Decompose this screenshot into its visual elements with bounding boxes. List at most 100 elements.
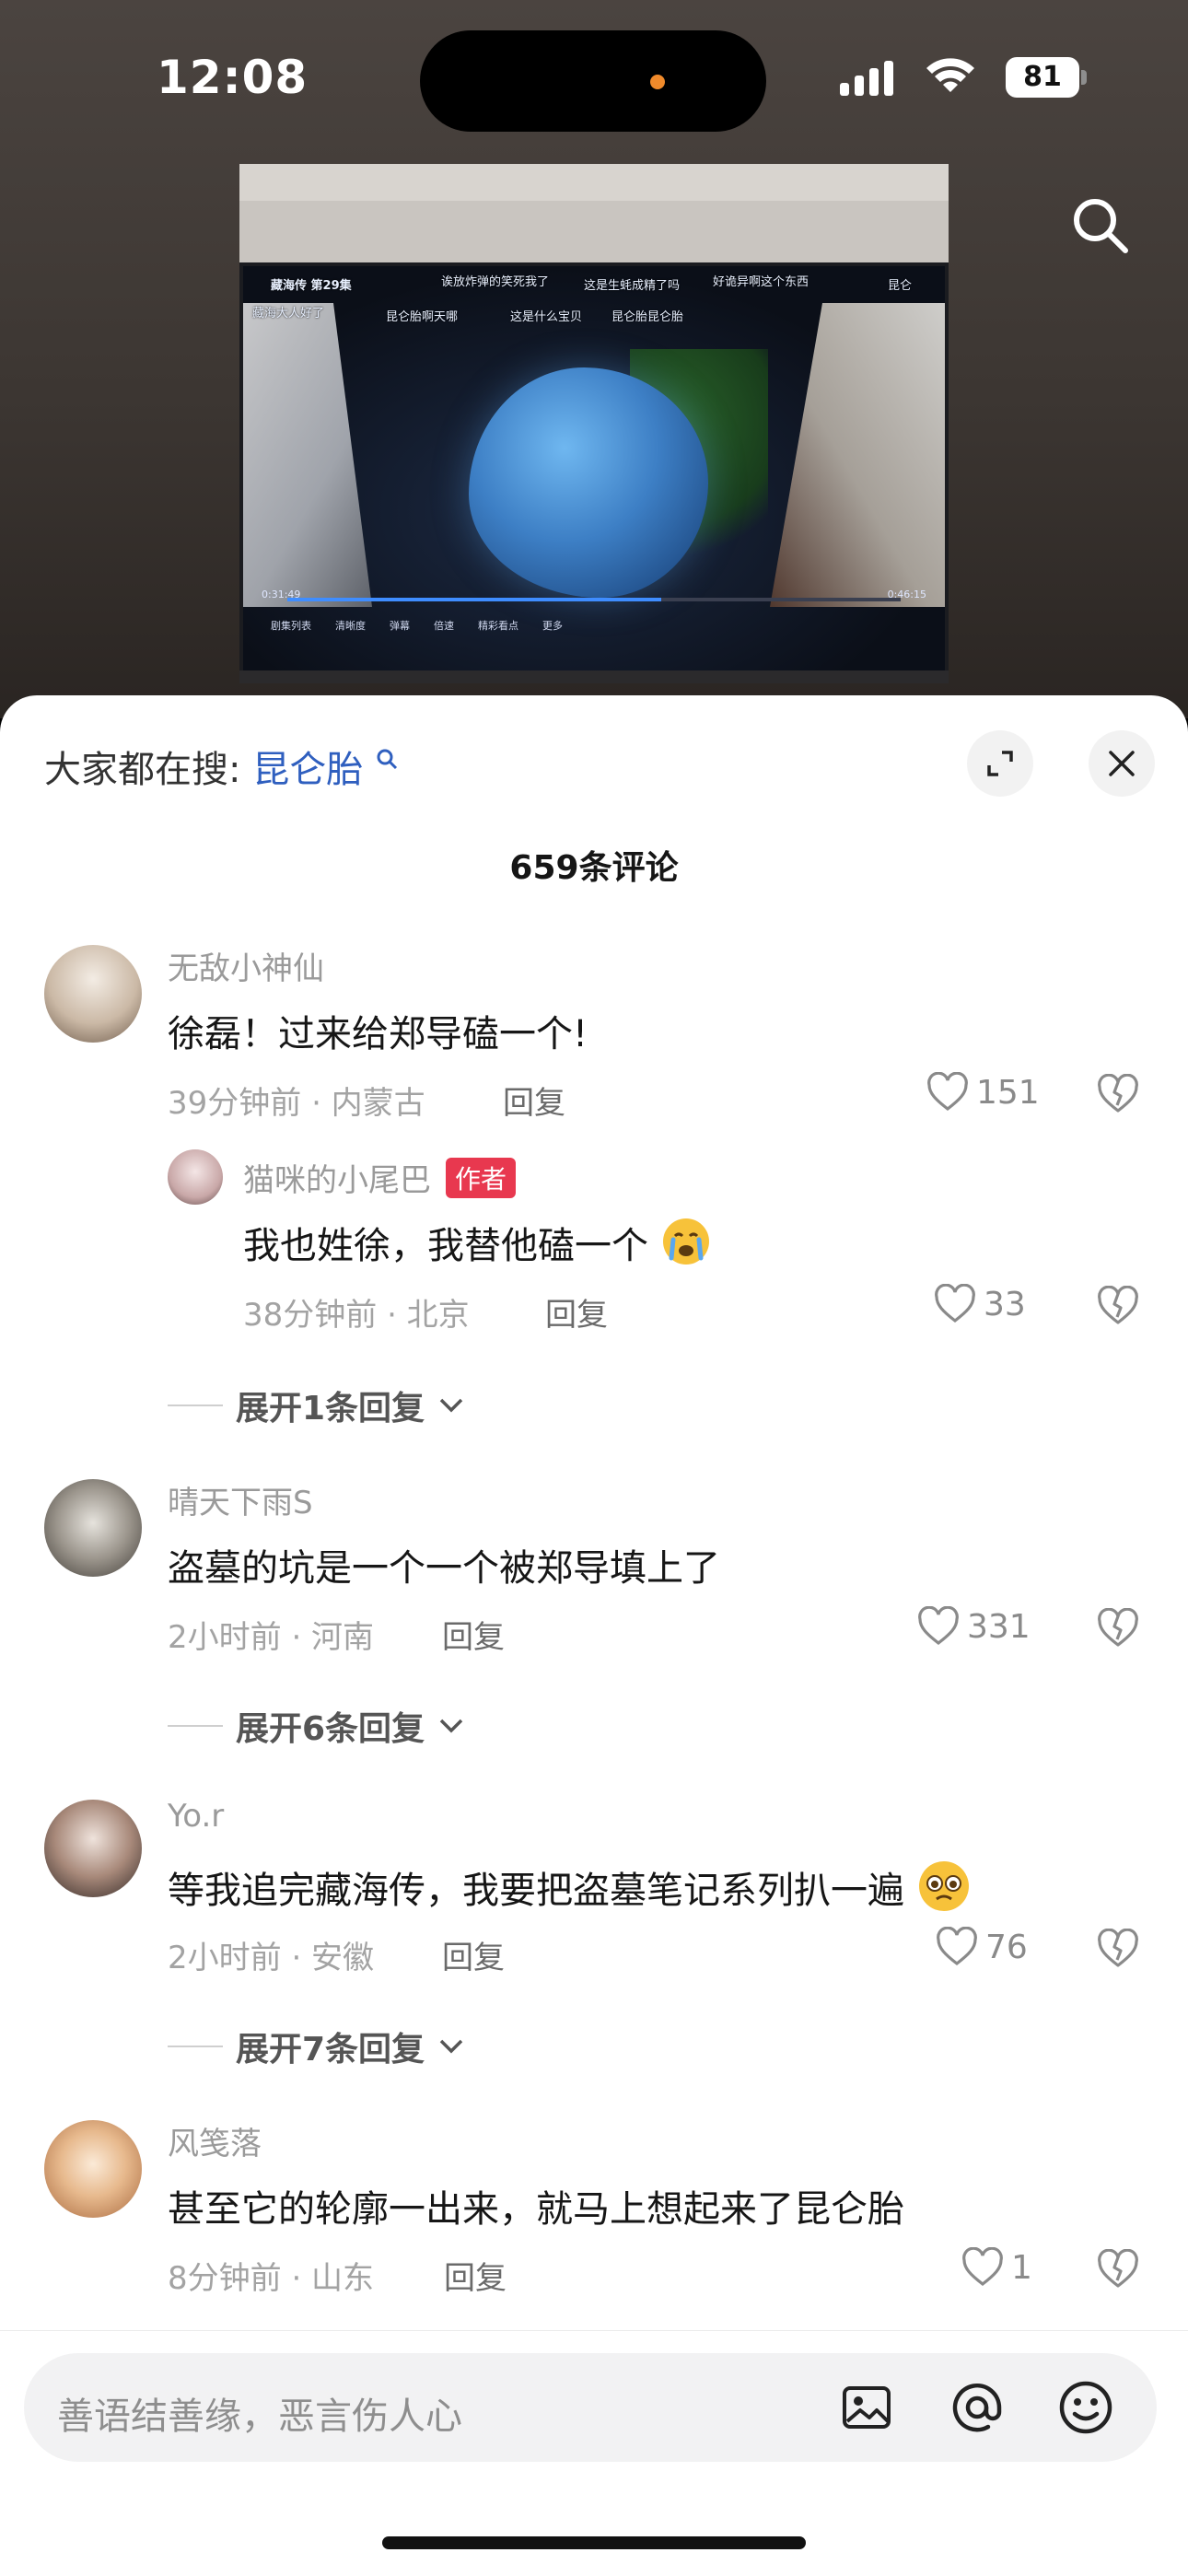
expand-replies-button[interactable]: 展开6条回复 <box>168 1702 465 1750</box>
avatar[interactable] <box>44 1479 142 1577</box>
reply-button[interactable]: 回复 <box>442 1612 505 1657</box>
crying-emoji-icon <box>662 1218 709 1265</box>
comment-author[interactable]: 无敌小神仙 <box>168 943 324 988</box>
heart-icon <box>962 2247 1003 2287</box>
close-icon <box>1109 751 1135 776</box>
status-time: 12:08 <box>157 51 309 104</box>
mention-button[interactable] <box>945 2375 1009 2440</box>
like-button[interactable]: 33 <box>934 1284 1026 1324</box>
expand-replies-button[interactable]: 展开7条回复 <box>168 2022 465 2070</box>
tv-menu-item: 更多 <box>542 620 563 632</box>
search-button[interactable] <box>1064 189 1137 262</box>
author-tag: 作者 <box>446 1158 517 1198</box>
tv-progress-fill <box>287 598 662 601</box>
image-icon <box>843 2386 891 2429</box>
tv-menu-item: 精彩看点 <box>478 620 518 632</box>
recording-dot-icon <box>650 75 665 89</box>
tv-menu-item: 倍速 <box>434 620 454 632</box>
danmaku-item: 藏海大人好了 <box>252 307 325 321</box>
dislike-button[interactable] <box>1096 1285 1140 1330</box>
avatar[interactable] <box>44 2120 142 2218</box>
comment-text: 等我追完藏海传，我要把盗墓笔记系列扒一遍 <box>168 1859 972 1914</box>
expand-replies-label: 展开1条回复 <box>236 1390 425 1428</box>
danmaku-item: 昆仑胎昆仑胎 <box>611 310 684 324</box>
reply-button[interactable]: 回复 <box>444 2253 507 2298</box>
cellular-signal-icon <box>840 59 893 96</box>
hot-search-label: 大家都在搜: <box>44 749 241 791</box>
search-icon <box>377 749 397 770</box>
hot-search[interactable]: 大家都在搜: 昆仑胎 <box>44 740 399 793</box>
tv-menu-item: 剧集列表 <box>271 620 311 632</box>
comment-author[interactable]: Yo.r <box>168 1798 224 1835</box>
chevron-down-icon <box>439 2039 463 2054</box>
emoji-icon <box>1059 2381 1112 2434</box>
close-button[interactable] <box>1089 730 1155 797</box>
avatar[interactable] <box>168 1149 223 1205</box>
emoji-button[interactable] <box>1054 2375 1118 2440</box>
avatar[interactable] <box>44 1800 142 1897</box>
danmaku-item: 诶放炸弹的笑死我了 <box>441 275 550 289</box>
tv-menu: 剧集列表 清晰度 弹幕 倍速 精彩看点 更多 <box>271 618 563 633</box>
hot-search-keyword[interactable]: 昆仑胎 <box>252 749 363 791</box>
dislike-button[interactable] <box>1096 1073 1140 1118</box>
dislike-button[interactable] <box>1096 1607 1140 1652</box>
reply-author-name[interactable]: 猫咪的小尾巴 <box>243 1162 431 1199</box>
like-button[interactable]: 76 <box>936 1927 1028 1967</box>
expand-panel-button[interactable] <box>967 730 1033 797</box>
wall-cabinet <box>239 201 949 265</box>
comment-meta: 39分钟前 · 内蒙古 <box>168 1085 425 1122</box>
comment-meta: 2小时前 · 安徽 <box>168 1940 375 1976</box>
comment-text: 徐磊！过来给郑导磕一个! <box>168 1013 588 1055</box>
danmaku-item: 昆仑胎啊天哪 <box>386 310 459 324</box>
divider-line <box>168 1725 223 1727</box>
broken-heart-icon <box>1098 1073 1138 1113</box>
divider-line <box>168 2046 223 2047</box>
tv-menu-item: 弹幕 <box>390 620 410 632</box>
dislike-button[interactable] <box>1096 1928 1140 1973</box>
comment-text-content: 等我追完藏海传，我要把盗墓笔记系列扒一遍 <box>168 1870 904 1912</box>
reply-button[interactable]: 回复 <box>545 1289 608 1335</box>
reply-text: 我也姓徐，我替他磕一个 <box>243 1216 712 1269</box>
status-bar: 12:08 81 <box>0 0 1188 147</box>
comment-meta: 2小时前 · 河南 <box>168 1619 375 1656</box>
battery-icon: 81 <box>1006 57 1087 98</box>
comment-text: 甚至它的轮廓一出来，就马上想起来了昆仑胎 <box>168 2188 904 2231</box>
like-button[interactable]: 1 <box>961 2247 1032 2288</box>
like-count: 151 <box>976 1073 1040 1112</box>
like-button[interactable]: 151 <box>926 1072 1040 1113</box>
like-count: 331 <box>967 1607 1031 1646</box>
chevron-down-icon <box>439 1719 463 1733</box>
tv-menu-item: 清晰度 <box>335 620 366 632</box>
tv-stand <box>239 670 949 683</box>
reply-button[interactable]: 回复 <box>503 1078 565 1123</box>
image-button[interactable] <box>834 2375 899 2440</box>
divider-line <box>168 1405 223 1406</box>
tv-scene-kunlun-object <box>469 367 708 598</box>
like-button[interactable]: 331 <box>917 1606 1031 1647</box>
tv-screen: 藏海传 第29集 诶放炸弹的笑死我了 这是生蚝成精了吗 好诡异啊这个东西 昆仑 … <box>239 262 949 677</box>
danmaku-item: 昆仑 <box>888 279 913 293</box>
comment-author[interactable]: 风笺落 <box>168 2118 262 2163</box>
broken-heart-icon <box>1098 1607 1138 1647</box>
dislike-button[interactable] <box>1096 2248 1140 2293</box>
home-indicator[interactable] <box>382 2536 806 2549</box>
broken-heart-icon <box>1098 1928 1138 1967</box>
chevron-down-icon <box>439 1398 463 1413</box>
wall-shelf <box>239 164 949 201</box>
comment-input-placeholder: 善语结善缘，恶言伤人心 <box>57 2395 462 2438</box>
heart-icon <box>918 1606 959 1646</box>
avatar[interactable] <box>44 945 142 1043</box>
comment-input[interactable]: 善语结善缘，恶言伤人心 <box>24 2353 1157 2462</box>
expand-replies-button[interactable]: 展开1条回复 <box>168 1381 465 1429</box>
expand-replies-label: 展开6条回复 <box>236 1710 425 1748</box>
comment-text: 盗墓的坑是一个一个被郑导填上了 <box>168 1547 720 1590</box>
comment-count: 659条评论 <box>509 849 679 887</box>
heart-icon <box>935 1284 975 1323</box>
pleading-emoji-icon <box>918 1861 969 1911</box>
reply-button[interactable]: 回复 <box>442 1932 505 1977</box>
battery-level: 81 <box>1023 61 1062 93</box>
broken-heart-icon <box>1098 1285 1138 1324</box>
comment-author[interactable]: 晴天下雨S <box>168 1477 313 1522</box>
danmaku-item: 这是什么宝贝 <box>510 310 583 324</box>
broken-heart-icon <box>1098 2248 1138 2288</box>
